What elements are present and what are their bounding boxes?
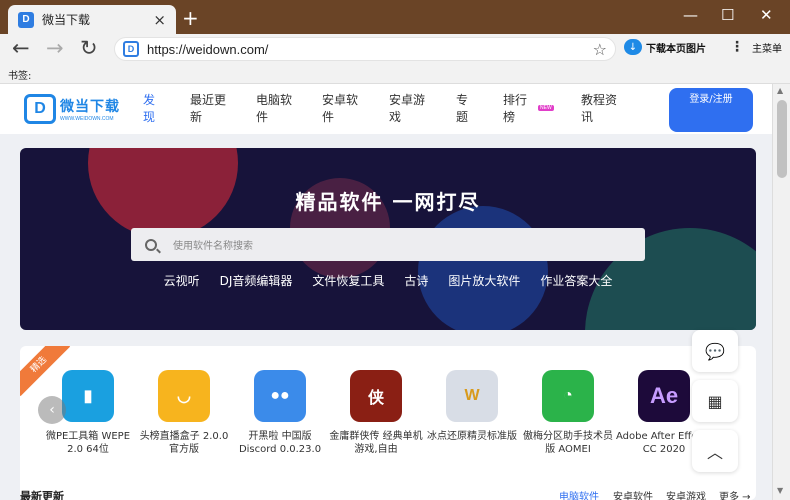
hot-link[interactable]: 古诗 [404, 272, 428, 289]
after-effects-icon: Ae [638, 370, 690, 422]
latest-tab-pc[interactable]: 电脑软件 [559, 488, 599, 500]
scroll-down-arrow-icon[interactable]: ▼ [777, 486, 783, 495]
back-to-top-button[interactable]: ︿ [692, 430, 738, 472]
logo-domain: WWW.WEIDOWN.COM [60, 116, 114, 122]
chat-button[interactable]: 💬 [692, 330, 738, 372]
floating-tools: 💬 ▦ ︿ [692, 330, 738, 480]
featured-app-name: 傲梅分区助手技术员版 AOMEI [523, 431, 613, 455]
kebab-menu-icon: ⋮ [730, 39, 744, 55]
bookmark-star-icon[interactable]: ☆ [593, 40, 607, 59]
qr-code-icon: ▦ [707, 391, 723, 411]
search-icon [145, 238, 157, 251]
usb-drive-icon: ▮ [62, 370, 114, 422]
page-scrollbar[interactable]: ▲ ▼ [772, 84, 790, 500]
web-page: D 微当下载 WWW.WEIDOWN.COM 发现 最近更新 电脑软件 安卓软件… [0, 84, 772, 500]
nav-android-software[interactable]: 安卓软件 [322, 92, 362, 126]
hot-link[interactable]: 文件恢复工具 [312, 272, 384, 289]
featured-app-name: 冰点还原精灵标准版 [427, 431, 517, 442]
hot-search-links: 云视听 DJ音频编辑器 文件恢复工具 古诗 图片放大软件 作业答案大全 [20, 272, 756, 289]
polar-bear-icon: W [446, 370, 498, 422]
featured-carousel: 精选 ▮ 微PE工具箱 WEPE 2.0 64位 ◡ 头榜直播盒子 2.0.0 官方版… [20, 346, 756, 500]
logo-mark-icon: D [24, 94, 56, 124]
latest-updates-header: 最新更新 电脑软件 安卓软件 安卓游戏 更多 → [0, 486, 772, 500]
nav-topics[interactable]: 专题 [456, 92, 470, 126]
back-button[interactable]: ← [12, 36, 30, 60]
download-images-button[interactable]: ↓ 下载本页图片 [624, 39, 706, 55]
main-menu-label: 主菜单 [752, 43, 782, 55]
new-tab-button[interactable]: + [182, 8, 199, 28]
tab-close-icon[interactable]: × [153, 11, 166, 29]
nav-rankings[interactable]: 排行榜 [503, 92, 531, 126]
carousel-prev-button[interactable]: ‹ [38, 396, 66, 424]
featured-app[interactable]: ◡ 头榜直播盒子 2.0.0 官方版 [136, 370, 232, 456]
smile-face-icon: ◡ [158, 370, 210, 422]
login-register-button[interactable]: 登录/注册 [669, 88, 753, 132]
reload-button[interactable]: ↻ [80, 36, 98, 60]
chat-bubble-icon: ●● [254, 370, 306, 422]
close-window-button[interactable]: ✕ [760, 6, 773, 24]
latest-title: 最新更新 [20, 490, 64, 500]
featured-app-name: 头榜直播盒子 2.0.0 官方版 [139, 431, 229, 455]
game-cover-icon: 侠 [350, 370, 402, 422]
logo-name: 微当下载 [60, 99, 120, 115]
download-images-label: 下载本页图片 [646, 43, 706, 55]
forward-button[interactable]: → [46, 36, 64, 60]
minimize-button[interactable]: — [683, 6, 698, 24]
hot-link[interactable]: DJ音频编辑器 [220, 272, 293, 289]
browser-tab[interactable]: D 微当下载 × [8, 5, 176, 34]
browser-window: D 微当下载 × + — ☐ ✕ ← → ↻ D https://weidown… [0, 0, 790, 500]
latest-more-link[interactable]: 更多 → [719, 488, 751, 500]
featured-apps: ▮ 微PE工具箱 WEPE 2.0 64位 ◡ 头榜直播盒子 2.0.0 官方版 ●● 开… [40, 370, 712, 456]
site-favicon-icon: D [123, 41, 139, 57]
featured-app[interactable]: W 冰点还原精灵标准版 [424, 370, 520, 456]
nav-tutorials[interactable]: 教程资讯 [581, 92, 621, 126]
pie-partition-icon: ◔ [542, 370, 594, 422]
tab-title: 微当下载 [42, 13, 91, 27]
scroll-thumb[interactable] [777, 100, 787, 178]
search-placeholder: 使用软件名称搜索 [173, 241, 253, 252]
url-text[interactable]: https://weidown.com/ [147, 42, 593, 57]
hero-banner: 精品软件 一网打尽 使用软件名称搜索 云视听 DJ音频编辑器 文件恢复工具 古诗… [20, 148, 756, 330]
latest-tab-android-games[interactable]: 安卓游戏 [666, 488, 706, 500]
site-logo[interactable]: D 微当下载 WWW.WEIDOWN.COM [24, 94, 120, 124]
main-menu-button[interactable]: ⋮ 主菜单 [730, 39, 782, 55]
featured-app-name: 微PE工具箱 WEPE 2.0 64位 [45, 431, 131, 455]
bookmarks-label: 书签: [8, 71, 32, 82]
hot-link[interactable]: 作业答案大全 [540, 272, 612, 289]
search-input[interactable]: 使用软件名称搜索 [131, 228, 645, 261]
new-badge: NEW [538, 105, 554, 111]
qr-code-button[interactable]: ▦ [692, 380, 738, 422]
featured-app-name: 金庸群侠传 经典单机游戏,自由 [329, 431, 423, 455]
site-favicon-icon: D [18, 11, 34, 28]
nav-pc-software[interactable]: 电脑软件 [256, 92, 296, 126]
nav-discover[interactable]: 发现 [143, 92, 157, 126]
featured-app[interactable]: ◔ 傲梅分区助手技术员版 AOMEI [520, 370, 616, 456]
featured-app[interactable]: 侠金庸群侠传 经典单机游戏,自由 [328, 370, 424, 456]
cloud-download-icon: ↓ [624, 39, 642, 55]
nav-android-games[interactable]: 安卓游戏 [389, 92, 429, 126]
chevron-up-icon: ︿ [706, 443, 723, 462]
scroll-up-arrow-icon[interactable]: ▲ [777, 86, 783, 95]
hot-link[interactable]: 云视听 [164, 272, 200, 289]
bookmarks-bar: 书签: [0, 64, 790, 84]
decor-circle [418, 206, 548, 330]
featured-app[interactable]: ●● 开黑啦 中国版 Discord 0.0.23.0 [232, 370, 328, 456]
chat-icon: 💬 [705, 341, 725, 361]
featured-app-name: 开黑啦 中国版 Discord 0.0.23.0 [238, 431, 322, 455]
hero-title: 精品软件 一网打尽 [295, 190, 481, 214]
browser-toolbar: ← → ↻ D https://weidown.com/ ☆ ↓ 下载本页图片 … [0, 34, 790, 64]
latest-tab-android-software[interactable]: 安卓软件 [613, 488, 653, 500]
nav-recent[interactable]: 最近更新 [190, 92, 230, 126]
tab-bar: D 微当下载 × + — ☐ ✕ [0, 0, 790, 34]
address-bar[interactable]: D https://weidown.com/ ☆ [114, 37, 616, 61]
maximize-button[interactable]: ☐ [721, 6, 734, 24]
hot-link[interactable]: 图片放大软件 [448, 272, 520, 289]
site-header: D 微当下载 WWW.WEIDOWN.COM 发现 最近更新 电脑软件 安卓软件… [0, 84, 772, 134]
